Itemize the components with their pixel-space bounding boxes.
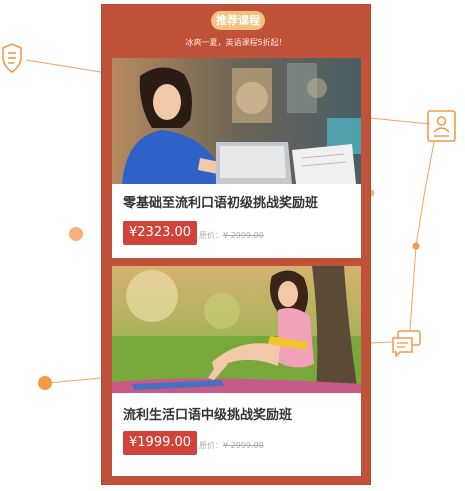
original-price-label: 原价：: [199, 441, 223, 450]
promo-panel: 推荐课程 冰爽一夏，英语课程5折起！ 零基础至流利口语初级挑战奖励班 ¥2323…: [101, 4, 371, 485]
course-title: 零基础至流利口语初级挑战奖励班: [123, 196, 319, 211]
id-card-icon: [427, 110, 456, 142]
original-price-value: ¥ 2999.00: [223, 441, 264, 450]
decor-dot: [38, 376, 52, 390]
price-button[interactable]: ¥2323.00: [123, 221, 198, 245]
original-price-label: 原价：: [199, 231, 223, 240]
chat-bubbles-icon: [392, 330, 421, 358]
course-photo-woman-laptop: [112, 58, 361, 184]
decor-dot: [412, 242, 420, 250]
price-button[interactable]: ¥1999.00: [123, 431, 198, 455]
recommended-courses-badge: 推荐课程: [211, 11, 265, 30]
original-price: 原价：¥ 2999.00: [199, 230, 264, 241]
decor-dot: [69, 227, 83, 241]
original-price-value: ¥ 2999.00: [223, 231, 264, 240]
course-card[interactable]: 流利生活口语中级挑战奖励班 ¥1999.00 原价：¥ 2999.00: [112, 266, 361, 476]
promo-subtitle: 冰爽一夏，英语课程5折起！: [185, 38, 287, 47]
course-title: 流利生活口语中级挑战奖励班: [123, 408, 293, 423]
original-price: 原价：¥ 2999.00: [199, 440, 264, 451]
course-photo-girl-reading: [112, 266, 361, 393]
panel-header: 推荐课程 冰爽一夏，英语课程5折起！: [101, 4, 371, 54]
shield-list-icon: [2, 43, 22, 73]
course-card[interactable]: 零基础至流利口语初级挑战奖励班 ¥2323.00 原价：¥ 2999.00: [112, 58, 361, 258]
